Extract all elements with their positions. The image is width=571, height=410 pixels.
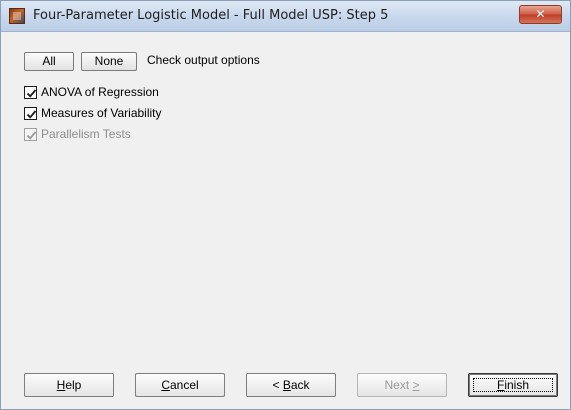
measures-variability-checkbox[interactable]	[24, 107, 37, 120]
app-icon[interactable]	[9, 8, 25, 24]
all-button[interactable]: All	[24, 52, 74, 71]
cancel-button[interactable]: Cancel	[135, 373, 225, 397]
dialog-window: Four-Parameter Logistic Model - Full Mod…	[0, 0, 571, 410]
none-button[interactable]: None	[81, 52, 137, 71]
check-icon	[26, 110, 37, 119]
title-bar[interactable]: Four-Parameter Logistic Model - Full Mod…	[1, 1, 570, 32]
back-button[interactable]: < Back	[246, 373, 336, 397]
check-icon	[26, 89, 37, 98]
check-icon	[26, 131, 37, 140]
measures-variability-label: Measures of Variability	[41, 106, 162, 120]
next-button: Next >	[357, 373, 447, 397]
anova-regression-checkbox[interactable]	[24, 86, 37, 99]
window-title: Four-Parameter Logistic Model - Full Mod…	[33, 8, 389, 23]
close-icon: ✕	[535, 7, 546, 21]
finish-button[interactable]: Finish	[468, 373, 558, 397]
help-button[interactable]: Help	[24, 373, 114, 397]
close-button[interactable]: ✕	[519, 5, 562, 24]
parallelism-tests-label: Parallelism Tests	[41, 127, 131, 141]
output-options-label: Check output options	[147, 53, 260, 67]
parallelism-tests-checkbox	[24, 128, 37, 141]
anova-regression-label: ANOVA of Regression	[41, 85, 159, 99]
